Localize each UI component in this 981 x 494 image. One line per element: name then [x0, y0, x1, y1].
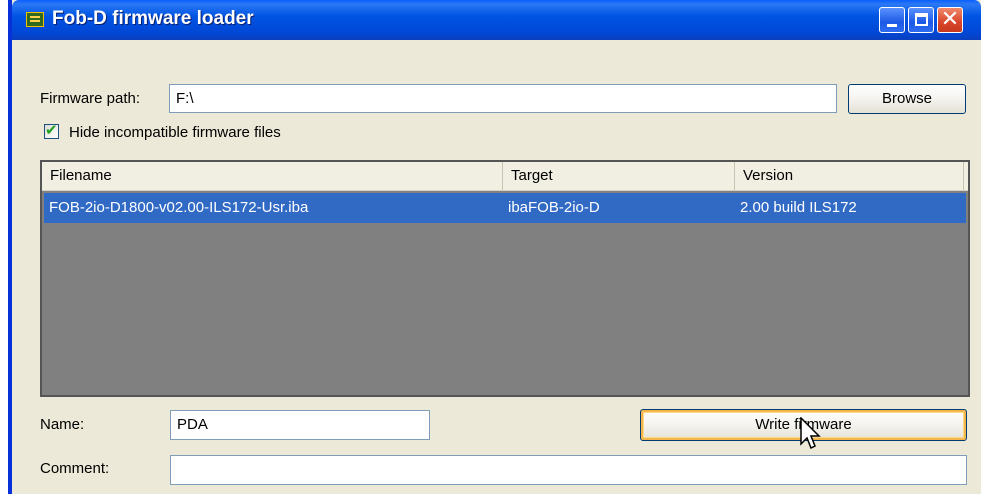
- list-header: Filename Target Version: [42, 162, 968, 191]
- name-input[interactable]: PDA: [170, 410, 430, 440]
- cell-filename: FOB-2io-D1800-v02.00-ILS172-Usr.iba: [49, 199, 309, 216]
- browse-button[interactable]: Browse: [848, 84, 966, 114]
- column-header-version[interactable]: Version: [735, 162, 964, 190]
- minimize-icon: [887, 24, 897, 27]
- column-header-target[interactable]: Target: [503, 162, 735, 190]
- comment-input[interactable]: [170, 455, 967, 485]
- hide-incompatible-label: Hide incompatible firmware files: [69, 124, 281, 141]
- column-header-filename[interactable]: Filename: [42, 162, 503, 190]
- maximize-button[interactable]: [908, 7, 934, 33]
- window-title: Fob-D firmware loader: [52, 8, 254, 29]
- hide-incompatible-checkbox[interactable]: ✔: [44, 121, 59, 139]
- firmware-path-input[interactable]: F:\: [169, 84, 837, 113]
- chip-icon: [26, 12, 44, 27]
- comment-label: Comment:: [40, 460, 110, 477]
- firmware-path-label: Firmware path:: [40, 90, 141, 107]
- cell-target: ibaFOB-2io-D: [508, 199, 600, 216]
- firmware-loader-window: Fob-D firmware loader ✕ Firmware path: F…: [8, 0, 981, 494]
- minimize-button[interactable]: [879, 7, 905, 33]
- title-bar[interactable]: Fob-D firmware loader ✕: [12, 0, 981, 40]
- mouse-pointer-icon: [800, 417, 821, 450]
- checkmark-icon: ✔: [45, 121, 58, 139]
- name-label: Name:: [40, 416, 85, 433]
- close-icon: ✕: [940, 7, 960, 32]
- firmware-file-list[interactable]: Filename Target Version FOB-2io-D1800-v0…: [40, 160, 970, 397]
- cell-version: 2.00 build ILS172: [740, 199, 857, 216]
- table-row[interactable]: FOB-2io-D1800-v02.00-ILS172-Usr.iba ibaF…: [44, 193, 966, 223]
- maximize-icon: [915, 13, 928, 26]
- close-button[interactable]: ✕: [937, 7, 963, 33]
